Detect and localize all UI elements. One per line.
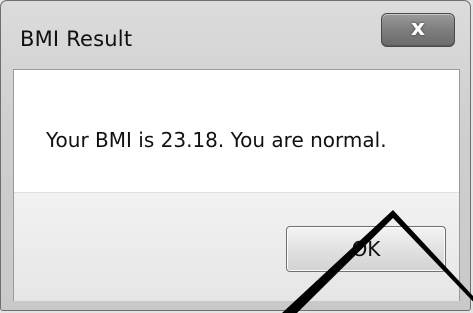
button-area: OK (14, 192, 459, 301)
bmi-result-dialog: BMI Result x Your BMI is 23.18. You are … (0, 0, 471, 311)
ok-button[interactable]: OK (286, 226, 446, 272)
close-icon: x (410, 16, 426, 41)
ok-button-label: OK (351, 237, 381, 261)
result-message: Your BMI is 23.18. You are normal. (46, 128, 387, 152)
title-bar[interactable]: BMI Result x (1, 1, 470, 67)
close-button[interactable]: x (381, 13, 455, 47)
dialog-content: Your BMI is 23.18. You are normal. OK (13, 69, 460, 301)
window-title: BMI Result (20, 27, 133, 51)
